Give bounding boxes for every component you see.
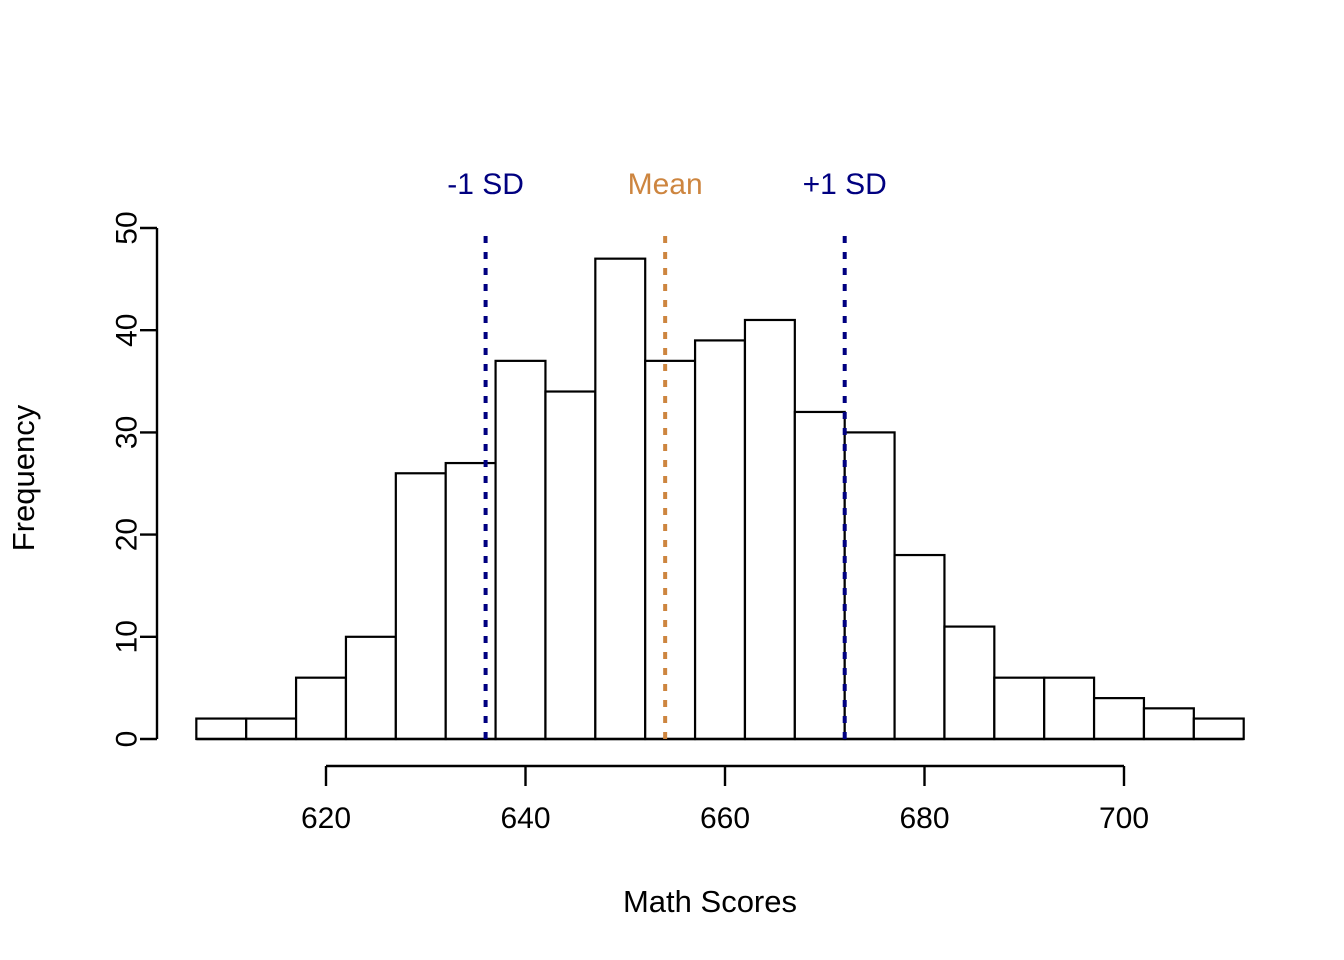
y-axis-tick-label: 30: [111, 416, 144, 449]
histogram-bar: [344, 635, 397, 741]
histogram-bar: [195, 717, 248, 741]
histogram-chart: 0 10 20 30 40 50 620 640 660 680 700 -1 SD Mean +1 …: [6, 168, 1245, 919]
histogram-bar: [993, 676, 1046, 741]
reference-label-mean: Mean: [628, 168, 703, 201]
histogram-bar: [245, 717, 298, 741]
y-axis-tick-label: 40: [111, 314, 144, 347]
y-axis-title: Frequency: [6, 404, 41, 551]
x-axis-tick-label: 660: [700, 802, 750, 835]
histogram-bar: [544, 390, 597, 741]
x-axis-tick-label: 700: [1099, 802, 1149, 835]
y-axis-tick-label: 10: [111, 620, 144, 653]
histogram-bar: [644, 359, 697, 741]
histogram-bars: [195, 257, 1245, 741]
y-axis: 0 10 20 30 40 50: [111, 211, 159, 748]
histogram-bar: [743, 318, 796, 741]
x-axis-tick-label: 680: [899, 802, 949, 835]
histogram-plot-panel: 0 10 20 30 40 50 620 640 660 680 700 -1 SD Mean +1 …: [0, 0, 1344, 960]
x-axis-tick-label: 620: [301, 802, 351, 835]
x-axis-title: Math Scores: [623, 884, 797, 919]
reference-label-1sd: -1 SD: [447, 168, 524, 201]
reference-label-1sd: +1 SD: [803, 168, 887, 201]
histogram-bar: [444, 461, 497, 741]
x-axis: 620 640 660 680 700: [196, 737, 1244, 835]
histogram-bar: [1092, 697, 1146, 741]
y-axis-tick-label: 0: [111, 731, 144, 748]
histogram-bar: [494, 359, 547, 741]
histogram-bar: [294, 676, 348, 741]
y-axis-tick-label: 20: [111, 518, 144, 551]
histogram-bar: [1192, 717, 1245, 741]
x-axis-tick-label: 640: [500, 802, 550, 835]
histogram-bar: [594, 257, 647, 741]
y-axis-tick-label: 50: [111, 211, 144, 244]
histogram-bar: [943, 625, 996, 741]
histogram-bar: [1043, 676, 1096, 741]
histogram-bar: [893, 553, 946, 741]
histogram-bar: [1142, 707, 1195, 741]
histogram-bar: [394, 472, 447, 741]
histogram-bar: [793, 410, 846, 741]
histogram-bar: [693, 339, 747, 741]
histogram-bar: [843, 431, 896, 741]
